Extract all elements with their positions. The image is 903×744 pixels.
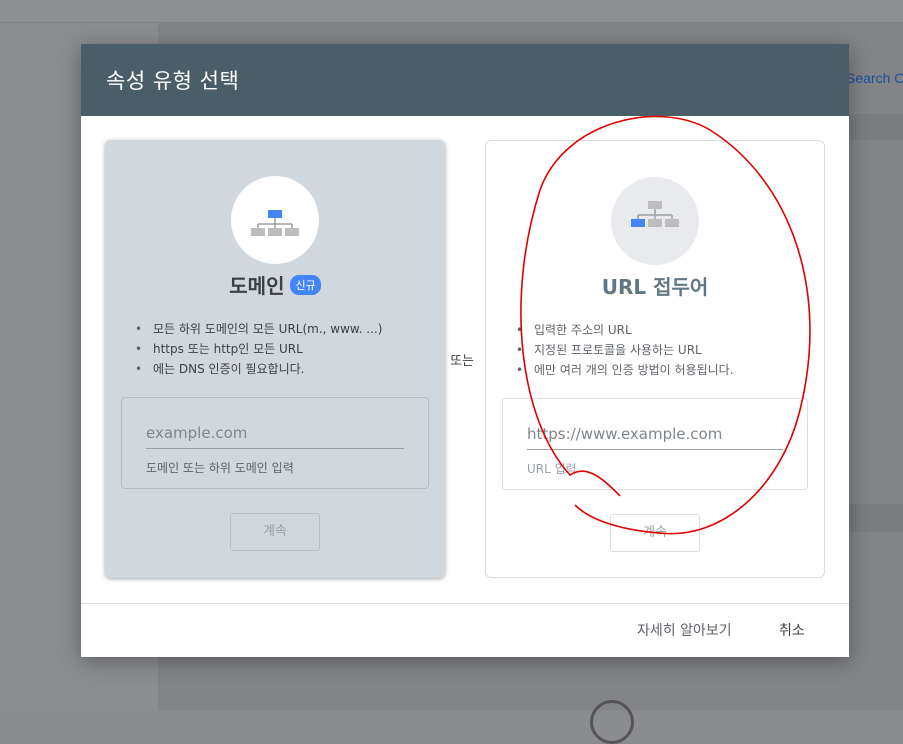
url-title-text: URL 접두어 <box>601 275 709 299</box>
background-row <box>849 114 903 140</box>
list-item: https 또는 http인 모든 URL <box>135 339 445 359</box>
cancel-button[interactable]: 취소 <box>779 620 805 640</box>
dialog-title: 속성 유형 선택 <box>106 69 240 93</box>
property-type-dialog: 속성 유형 선택 도메인 신규 모든 하위 도메인의 모든 URL(m., ww… <box>81 44 849 657</box>
url-feature-list: 입력한 주소의 URL 지정된 프로토콜을 사용하는 URL 에만 여러 개의 … <box>486 320 824 380</box>
or-separator: 또는 <box>450 354 474 369</box>
dialog-header: 속성 유형 선택 <box>81 44 849 116</box>
footer-divider <box>81 603 849 604</box>
list-item: 에는 DNS 인증이 필요합니다. <box>135 359 445 379</box>
url-continue-button[interactable]: 계속 <box>610 514 700 552</box>
list-item: 모든 하위 도메인의 모든 URL(m., www. ...) <box>135 319 445 339</box>
url-prefix-card[interactable]: URL 접두어 입력한 주소의 URL 지정된 프로토콜을 사용하는 URL 에… <box>485 140 825 578</box>
url-input-hint: URL 입력 <box>527 462 577 476</box>
learn-more-button[interactable]: 자세히 알아보기 <box>637 620 732 640</box>
list-item: 지정된 프로토콜을 사용하는 URL <box>516 340 824 360</box>
url-input[interactable]: https://www.example.com <box>527 425 783 450</box>
background-row <box>849 504 903 532</box>
background-search-link: Search C <box>846 70 903 86</box>
domain-icon-circle <box>231 176 319 264</box>
domain-title-text: 도메인 <box>229 274 285 298</box>
background-topbar <box>0 0 903 23</box>
url-card-title: URL 접두어 <box>486 271 824 300</box>
new-badge: 신규 <box>290 274 321 295</box>
domain-input-hint: 도메인 또는 하위 도메인 입력 <box>146 461 294 475</box>
url-icon-circle <box>611 177 699 265</box>
url-input-box: https://www.example.com URL 입력 <box>502 398 808 490</box>
background-loading-icon <box>590 700 634 744</box>
domain-continue-button[interactable]: 계속 <box>230 513 320 551</box>
domain-card[interactable]: 도메인 신규 모든 하위 도메인의 모든 URL(m., www. ...) h… <box>105 140 445 578</box>
list-item: 입력한 주소의 URL <box>516 320 824 340</box>
sitemap-icon <box>251 210 299 236</box>
domain-input[interactable]: example.com <box>146 424 404 449</box>
domain-card-title: 도메인 신규 <box>105 270 445 299</box>
sitemap-icon <box>631 201 679 227</box>
domain-input-box: example.com 도메인 또는 하위 도메인 입력 <box>121 397 429 489</box>
list-item: 에만 여러 개의 인증 방법이 허용됩니다. <box>516 360 824 380</box>
domain-feature-list: 모든 하위 도메인의 모든 URL(m., www. ...) https 또는… <box>105 319 445 379</box>
